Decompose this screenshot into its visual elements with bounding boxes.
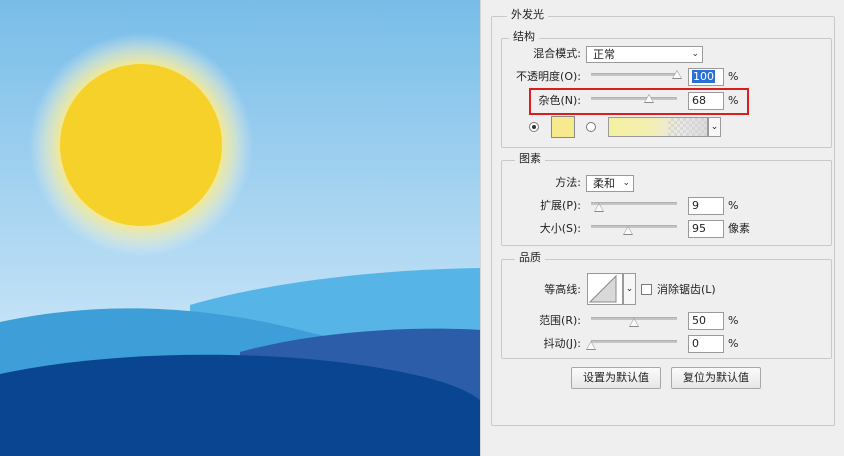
blend-mode-select[interactable]: 正常 ⌄	[586, 46, 703, 63]
range-slider-thumb[interactable]	[629, 318, 639, 327]
jitter-label: 抖动(J):	[543, 337, 581, 350]
glow-color-swatch[interactable]	[551, 116, 575, 138]
spread-slider-track[interactable]	[591, 202, 677, 205]
chevron-down-icon: ⌄	[622, 178, 630, 188]
jitter-slider-thumb[interactable]	[586, 341, 596, 350]
opacity-label: 不透明度(O):	[516, 70, 581, 83]
range-input[interactable]: 50	[688, 312, 724, 330]
gradient-preview[interactable]	[608, 117, 708, 137]
size-unit: 像素	[728, 222, 750, 235]
blend-mode-value: 正常	[593, 48, 615, 61]
anti-alias-checkbox[interactable]	[641, 284, 652, 295]
noise-highlight-box	[529, 88, 749, 115]
spread-slider-thumb[interactable]	[593, 203, 604, 212]
sun	[60, 64, 222, 226]
opacity-slider-track[interactable]	[591, 73, 677, 76]
blend-mode-label: 混合模式:	[533, 47, 581, 60]
spread-input[interactable]: 9	[688, 197, 724, 215]
technique-value: 柔和	[593, 177, 615, 190]
size-label: 大小(S):	[539, 222, 581, 235]
spread-unit: %	[728, 199, 739, 212]
opacity-unit: %	[728, 70, 739, 83]
technique-select[interactable]: 柔和 ⌄	[586, 175, 634, 192]
sun-hills-illustration	[0, 0, 480, 456]
size-slider-track[interactable]	[591, 225, 677, 228]
range-label: 范围(R):	[539, 314, 581, 327]
contour-label: 等高线:	[544, 283, 581, 296]
anti-alias-label[interactable]: 消除锯齿(L)	[657, 282, 716, 298]
contour-dropdown-button[interactable]: ⌄	[623, 273, 636, 305]
opacity-input[interactable]: 100	[688, 68, 724, 86]
opacity-slider-thumb[interactable]	[672, 70, 682, 79]
reset-default-button[interactable]: 复位为默认值	[671, 367, 761, 389]
elements-legend: 图素	[515, 152, 545, 166]
chevron-down-icon: ⌄	[710, 122, 719, 132]
solid-color-radio[interactable]	[529, 122, 539, 132]
structure-legend: 结构	[509, 30, 539, 44]
quality-legend: 品质	[515, 251, 545, 265]
contour-picker[interactable]	[587, 273, 623, 305]
size-value: 95	[692, 222, 706, 235]
spread-value: 9	[692, 199, 699, 212]
linear-contour-icon	[588, 274, 617, 303]
make-default-button[interactable]: 设置为默认值	[571, 367, 661, 389]
gradient-radio[interactable]	[586, 122, 596, 132]
range-unit: %	[728, 314, 739, 327]
outer-glow-panel: 外发光 结构 混合模式: 正常 ⌄ 不透明度(O): 100 % 杂色(N): …	[480, 0, 844, 456]
jitter-value: 0	[692, 337, 699, 350]
technique-label: 方法:	[555, 176, 581, 189]
chevron-down-icon: ⌄	[625, 284, 634, 294]
gradient-dropdown-button[interactable]: ⌄	[708, 117, 721, 137]
range-value: 50	[692, 314, 706, 327]
jitter-unit: %	[728, 337, 739, 350]
section-title: 外发光	[507, 8, 548, 22]
artwork-canvas	[0, 0, 480, 456]
size-input[interactable]: 95	[688, 220, 724, 238]
jitter-input[interactable]: 0	[688, 335, 724, 353]
chevron-down-icon: ⌄	[691, 49, 699, 59]
spread-label: 扩展(P):	[540, 199, 581, 212]
jitter-slider-track[interactable]	[591, 340, 677, 343]
size-slider-thumb[interactable]	[623, 226, 633, 235]
opacity-value: 100	[692, 70, 715, 83]
